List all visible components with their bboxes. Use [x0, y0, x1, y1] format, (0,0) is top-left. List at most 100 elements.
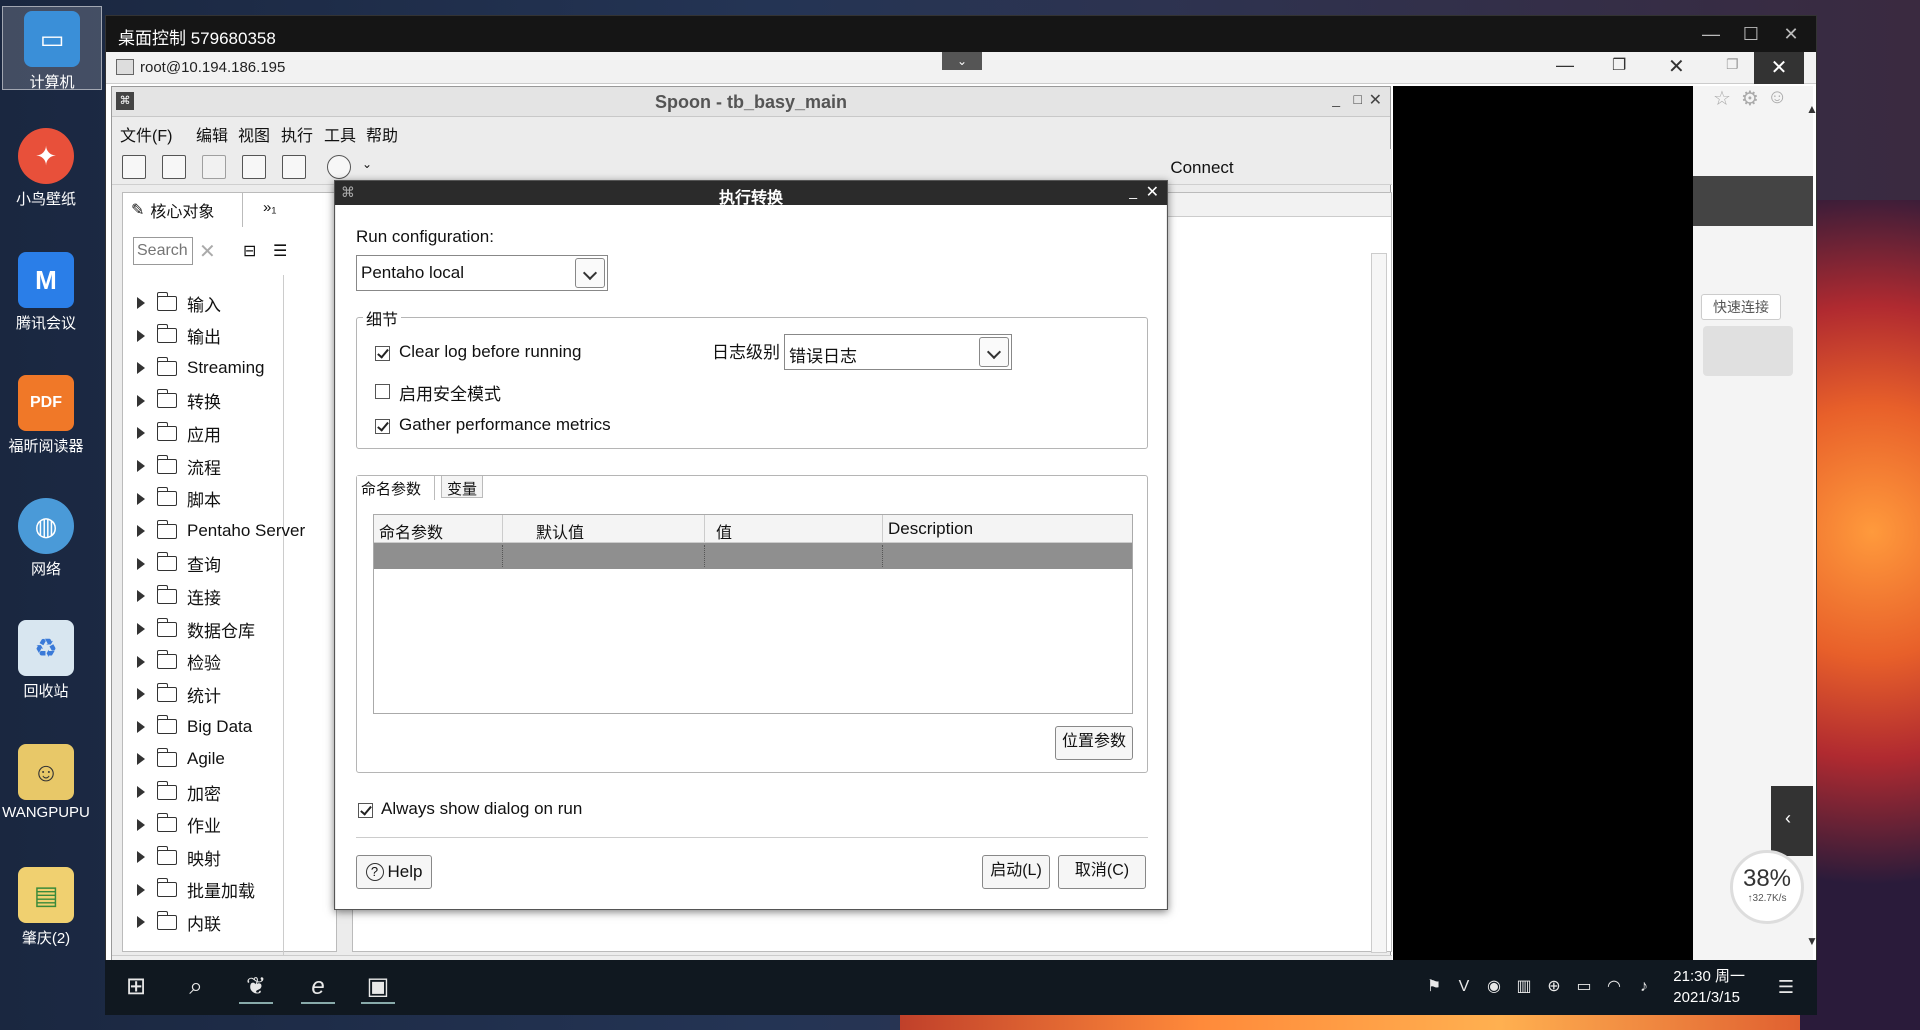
collapse-tree-icon[interactable]: ⊟ — [243, 241, 256, 261]
clear-log-checkbox[interactable] — [375, 346, 390, 361]
menu-view[interactable]: 视图 — [238, 122, 270, 146]
expand-arrow-icon[interactable] — [137, 362, 145, 375]
desktop-icon-bird-wallpaper[interactable]: ✦ 小鸟壁纸 — [0, 128, 96, 209]
expand-arrow-icon[interactable] — [137, 427, 145, 440]
expand-arrow-icon[interactable] — [137, 329, 145, 342]
help-button[interactable]: ? Help — [356, 855, 432, 889]
side-close-button[interactable]: ✕ — [1754, 52, 1804, 84]
remote-desktop-icon[interactable]: ▣ — [361, 970, 395, 1004]
collapse-toolbar-button[interactable]: ⌄ — [942, 52, 982, 70]
menu-edit[interactable]: 编辑 — [196, 122, 228, 146]
chevron-down-icon[interactable]: ⌄ — [362, 157, 372, 171]
menu-file[interactable]: 文件(F) — [120, 122, 172, 146]
tree-item[interactable]: Agile — [137, 746, 225, 772]
connect-button[interactable]: Connect — [1162, 155, 1242, 181]
ssh-restore-button[interactable]: ❐ — [1612, 55, 1626, 75]
explore-repository-icon[interactable] — [202, 155, 226, 179]
canvas-vertical-scrollbar[interactable] — [1371, 253, 1387, 953]
tree-item[interactable]: 映射 — [137, 844, 221, 870]
network-speed-widget[interactable]: 38% ↑32.7K/s — [1730, 850, 1804, 924]
tree-item[interactable]: 查询 — [137, 551, 221, 577]
bird-taskbar-icon[interactable]: ❦ — [239, 970, 273, 1004]
desktop-icon-recycle-bin[interactable]: ♻ 回收站 — [0, 620, 96, 701]
tree-item[interactable]: 批量加载 — [137, 877, 255, 903]
save-as-icon[interactable] — [282, 155, 306, 179]
desktop-icon-wangpupu[interactable]: ☺ WANGPUPU — [0, 744, 96, 821]
tray-volume-icon[interactable]: ♪ — [1627, 970, 1661, 1004]
menu-help[interactable]: 帮助 — [366, 122, 398, 146]
expand-arrow-icon[interactable] — [137, 623, 145, 635]
launch-button[interactable]: 启动(L) — [982, 855, 1050, 889]
tree-item[interactable]: Big Data — [137, 714, 252, 740]
expand-arrow-icon[interactable] — [137, 753, 145, 766]
open-file-icon[interactable] — [162, 155, 186, 179]
tray-battery-icon[interactable]: ▭ — [1567, 970, 1601, 1004]
expand-tree-icon[interactable]: ☰ — [273, 241, 287, 261]
desktop-icon-foxit-reader[interactable]: PDF 福昕阅读器 — [0, 375, 96, 456]
system-clock[interactable]: 21:30 周一 2021/3/15 — [1673, 966, 1745, 1008]
spoon-close-button[interactable]: ✕ — [1369, 90, 1382, 110]
scroll-up-icon[interactable]: ▲ — [1806, 102, 1818, 116]
tree-item[interactable]: Pentaho Server — [137, 518, 305, 544]
tree-item[interactable]: 内联 — [137, 909, 221, 935]
dialog-minimize-button[interactable]: _ — [1129, 183, 1137, 199]
desktop-icon-network[interactable]: ◍ 网络 — [0, 498, 96, 579]
position-params-button[interactable]: 位置参数 — [1055, 726, 1133, 760]
gather-metrics-checkbox[interactable] — [375, 419, 390, 434]
tray-plus-icon[interactable]: ⊕ — [1537, 970, 1571, 1004]
expand-arrow-icon[interactable] — [137, 460, 145, 472]
ie-browser-icon[interactable]: e — [301, 970, 335, 1004]
scroll-down-icon[interactable]: ▼ — [1806, 934, 1818, 948]
remote-close-button[interactable]: ✕ — [1776, 20, 1806, 48]
remote-minimize-button[interactable]: — — [1696, 20, 1726, 48]
tree-item[interactable]: 作业 — [137, 812, 221, 838]
desktop-icon-zhaoqing[interactable]: ▤ 肇庆(2) — [0, 867, 96, 948]
log-level-select[interactable]: 错误日志 — [784, 334, 1012, 370]
spoon-maximize-button[interactable]: □ — [1354, 91, 1362, 107]
always-show-checkbox[interactable] — [358, 803, 373, 818]
expand-arrow-icon[interactable] — [137, 297, 145, 309]
windows-start-icon[interactable]: ⊞ — [119, 970, 153, 1004]
expand-arrow-icon[interactable] — [137, 883, 145, 896]
tree-item[interactable]: 脚本 — [137, 486, 221, 512]
save-icon[interactable] — [242, 155, 266, 179]
tree-item[interactable]: 加密 — [137, 779, 221, 805]
safe-mode-checkbox[interactable] — [375, 384, 390, 399]
side-restore-button[interactable]: ❐ — [1726, 56, 1739, 73]
notification-icon[interactable]: ☰ — [1769, 970, 1803, 1004]
tree-item[interactable]: 统计 — [137, 681, 221, 707]
spoon-minimize-button[interactable]: _ — [1332, 91, 1340, 107]
expand-arrow-icon[interactable] — [137, 818, 145, 831]
tree-item[interactable]: 流程 — [137, 453, 221, 479]
tray-v-icon[interactable]: V — [1447, 970, 1481, 1004]
expand-arrow-icon[interactable] — [137, 394, 145, 407]
quick-connect-button[interactable]: 快速连接 — [1701, 294, 1781, 320]
tray-wifi-icon[interactable]: ◠ — [1597, 970, 1631, 1004]
search-icon[interactable]: ⌕ — [179, 970, 213, 1004]
menu-run[interactable]: 执行 — [281, 122, 313, 146]
desktop-icon-computer[interactable]: ▭ 计算机 — [2, 6, 102, 91]
expand-arrow-icon[interactable] — [137, 525, 145, 538]
ssh-minimize-button[interactable]: — — [1556, 55, 1574, 76]
expand-arrow-icon[interactable] — [137, 655, 145, 668]
tree-item[interactable]: 应用 — [137, 420, 221, 446]
menu-tools[interactable]: 工具 — [324, 122, 356, 146]
run-config-select[interactable]: Pentaho local — [356, 255, 608, 291]
search-box[interactable] — [133, 237, 193, 265]
table-row[interactable] — [374, 543, 1132, 569]
star-icon[interactable]: ☆ — [1713, 86, 1731, 111]
expand-arrow-icon[interactable] — [137, 786, 145, 798]
new-file-icon[interactable] — [122, 155, 146, 179]
tab-overflow[interactable]: »₁ — [263, 199, 276, 216]
expand-arrow-icon[interactable] — [137, 590, 145, 603]
remote-maximize-button[interactable]: ☐ — [1736, 20, 1766, 48]
search-input[interactable] — [134, 238, 192, 264]
tree-item[interactable]: 数据仓库 — [137, 616, 255, 642]
tree-item[interactable]: 输入 — [137, 290, 221, 316]
expand-arrow-icon[interactable] — [137, 688, 145, 701]
expand-arrow-icon[interactable] — [137, 851, 145, 864]
tree-item[interactable]: 输出 — [137, 323, 221, 349]
expand-arrow-icon[interactable] — [137, 720, 145, 733]
layers-icon[interactable] — [327, 155, 351, 179]
gear-icon[interactable]: ⚙ — [1741, 86, 1759, 111]
